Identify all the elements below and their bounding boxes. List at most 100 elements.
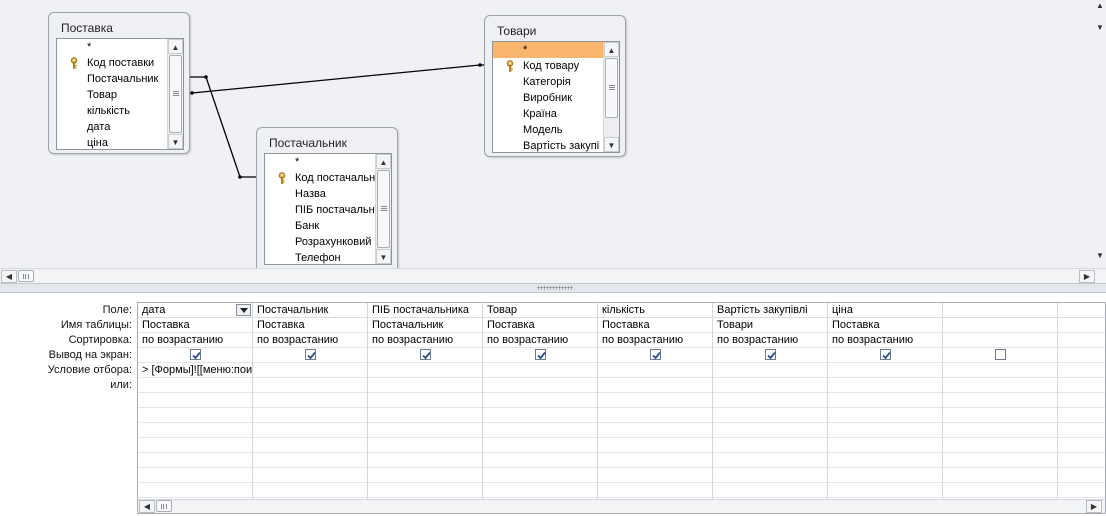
field-list-scrollbar[interactable]: ▲ ▼ bbox=[603, 42, 619, 152]
empty-cell[interactable] bbox=[483, 423, 597, 438]
scroll-up-icon[interactable]: ▲ bbox=[604, 42, 619, 57]
show-checkbox-cell[interactable] bbox=[943, 348, 1057, 363]
field-cell[interactable]: Товар bbox=[483, 303, 597, 318]
sort-cell[interactable]: по возрастанию bbox=[598, 333, 712, 348]
field-item[interactable]: * bbox=[493, 42, 619, 58]
field-item[interactable]: Країна bbox=[493, 106, 619, 122]
empty-cell[interactable] bbox=[138, 468, 252, 483]
field-list-scrollbar[interactable]: ▲ ▼ bbox=[375, 154, 391, 264]
empty-cell[interactable] bbox=[598, 408, 712, 423]
show-checkbox-cell[interactable] bbox=[713, 348, 827, 363]
empty-cell[interactable] bbox=[138, 438, 252, 453]
empty-cell[interactable] bbox=[828, 423, 942, 438]
pane-splitter[interactable] bbox=[0, 283, 1106, 293]
empty-cell[interactable] bbox=[713, 393, 827, 408]
grid-column[interactable]: ПІБ постачальника Постачальник по возраста… bbox=[368, 303, 483, 500]
scroll-thumb[interactable] bbox=[377, 170, 390, 248]
empty-cell[interactable] bbox=[368, 438, 482, 453]
scroll-down-icon[interactable]: ▼ bbox=[376, 249, 391, 264]
or-cell[interactable] bbox=[828, 378, 942, 393]
diagram-vertical-scrollbar[interactable]: ▲ ▼ ▼ bbox=[1094, 0, 1106, 268]
empty-cell[interactable] bbox=[483, 408, 597, 423]
empty-cell[interactable] bbox=[483, 468, 597, 483]
empty-cell[interactable] bbox=[368, 468, 482, 483]
show-checkbox-cell[interactable] bbox=[138, 348, 252, 363]
table-cell[interactable]: Поставка bbox=[483, 318, 597, 333]
empty-cell[interactable] bbox=[713, 408, 827, 423]
empty-cell[interactable] bbox=[713, 483, 827, 498]
empty-cell[interactable] bbox=[1058, 423, 1105, 438]
empty-cell[interactable] bbox=[598, 453, 712, 468]
empty-cell[interactable] bbox=[598, 393, 712, 408]
sort-cell[interactable] bbox=[1058, 333, 1105, 348]
field-item[interactable]: Назва bbox=[265, 186, 391, 202]
empty-cell[interactable] bbox=[943, 423, 1057, 438]
empty-cell[interactable] bbox=[253, 483, 367, 498]
or-cell[interactable] bbox=[1058, 378, 1105, 393]
empty-cell[interactable] bbox=[943, 468, 1057, 483]
field-item[interactable]: Розрахунковий bbox=[265, 234, 391, 250]
scroll-thumb[interactable] bbox=[18, 270, 34, 282]
empty-cell[interactable] bbox=[1058, 468, 1105, 483]
query-design-diagram[interactable]: Поставка * Код поставки Постачальник Товар к… bbox=[0, 0, 1106, 268]
empty-cell[interactable] bbox=[1058, 393, 1105, 408]
show-checkbox-cell[interactable] bbox=[1058, 348, 1105, 363]
field-item[interactable]: дата bbox=[57, 119, 183, 135]
sort-cell[interactable]: по возрастанию bbox=[483, 333, 597, 348]
or-cell[interactable] bbox=[483, 378, 597, 393]
criteria-cell[interactable] bbox=[943, 363, 1057, 378]
or-cell[interactable] bbox=[598, 378, 712, 393]
empty-cell[interactable] bbox=[138, 408, 252, 423]
grid-horizontal-scrollbar[interactable]: ◀ ▶ bbox=[138, 499, 1105, 513]
grid-column[interactable]: Вартість закупівлі Товари по возрастанию bbox=[713, 303, 828, 500]
table-cell[interactable]: Поставка bbox=[828, 318, 942, 333]
table-cell[interactable]: Товари bbox=[713, 318, 827, 333]
criteria-cell[interactable] bbox=[713, 363, 827, 378]
field-cell[interactable] bbox=[1058, 303, 1105, 318]
show-checkbox-cell[interactable] bbox=[828, 348, 942, 363]
empty-cell[interactable] bbox=[138, 393, 252, 408]
grid-column[interactable]: ціна Поставка по возрастанию bbox=[828, 303, 943, 500]
query-design-grid[interactable]: дата Поставка по возрастанию > [Формы]![[ме… bbox=[137, 302, 1106, 514]
empty-cell[interactable] bbox=[253, 468, 367, 483]
show-checkbox-cell[interactable] bbox=[483, 348, 597, 363]
empty-cell[interactable] bbox=[138, 453, 252, 468]
empty-cell[interactable] bbox=[1058, 438, 1105, 453]
grid-column[interactable] bbox=[1058, 303, 1105, 500]
field-item[interactable]: Постачальник bbox=[57, 71, 183, 87]
empty-cell[interactable] bbox=[598, 468, 712, 483]
empty-cell[interactable] bbox=[713, 453, 827, 468]
empty-cell[interactable] bbox=[483, 453, 597, 468]
table-cell[interactable] bbox=[943, 318, 1057, 333]
field-item[interactable]: Телефон bbox=[265, 250, 391, 264]
show-checkbox[interactable] bbox=[304, 348, 316, 360]
empty-cell[interactable] bbox=[598, 423, 712, 438]
scroll-down-icon[interactable]: ▼ bbox=[604, 137, 619, 152]
field-cell[interactable]: Вартість закупівлі bbox=[713, 303, 827, 318]
empty-cell[interactable] bbox=[253, 438, 367, 453]
empty-cell[interactable] bbox=[253, 408, 367, 423]
or-cell[interactable] bbox=[253, 378, 367, 393]
empty-cell[interactable] bbox=[368, 408, 482, 423]
empty-cell[interactable] bbox=[483, 438, 597, 453]
empty-cell[interactable] bbox=[828, 438, 942, 453]
scroll-up-icon[interactable]: ▲ bbox=[376, 154, 391, 169]
empty-cell[interactable] bbox=[253, 423, 367, 438]
or-cell[interactable] bbox=[138, 378, 252, 393]
field-item[interactable]: * bbox=[265, 154, 391, 170]
field-item[interactable]: Банк bbox=[265, 218, 391, 234]
sort-cell[interactable]: по возрастанию bbox=[138, 333, 252, 348]
field-item[interactable]: Код постачальн bbox=[265, 170, 391, 186]
empty-cell[interactable] bbox=[253, 453, 367, 468]
show-checkbox-cell[interactable] bbox=[253, 348, 367, 363]
grid-column[interactable]: Товар Поставка по возрастанию bbox=[483, 303, 598, 500]
table-box-postachalnyk[interactable]: Постачальник * Код постачальн Назва ПІБ пос… bbox=[256, 127, 398, 268]
field-cell[interactable]: ціна bbox=[828, 303, 942, 318]
empty-cell[interactable] bbox=[368, 483, 482, 498]
field-item[interactable]: Товар bbox=[57, 87, 183, 103]
table-cell[interactable]: Поставка bbox=[138, 318, 252, 333]
sort-cell[interactable] bbox=[943, 333, 1057, 348]
empty-cell[interactable] bbox=[828, 483, 942, 498]
empty-cell[interactable] bbox=[483, 483, 597, 498]
table-box-tovary[interactable]: Товари * Код товару Категорія Виробник Країн… bbox=[484, 15, 626, 157]
